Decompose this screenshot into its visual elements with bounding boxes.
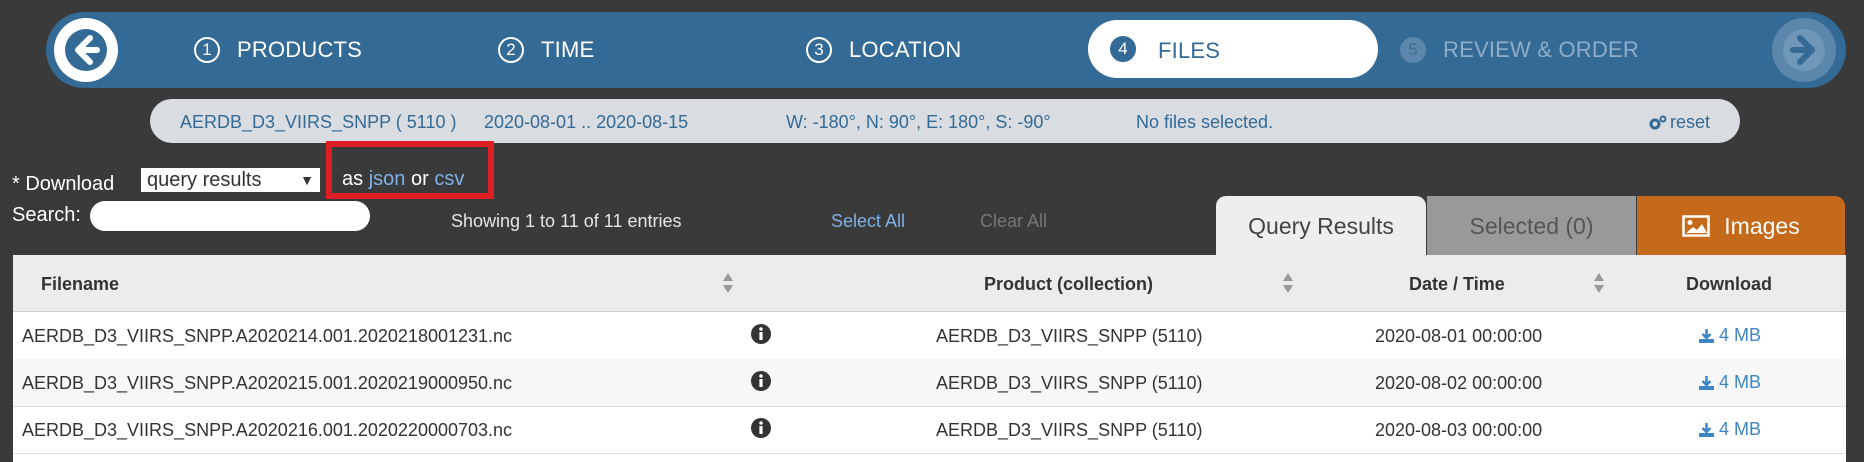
tab-label: Selected (0) — [1469, 212, 1594, 239]
tab-label: Images — [1724, 212, 1800, 239]
table-header: Filename Product (collection) Date / Tim… — [13, 255, 1846, 312]
step-location[interactable]: 3 LOCATION — [806, 34, 961, 66]
cell-product: AERDB_D3_VIIRS_SNPP (5110) — [936, 326, 1203, 346]
header-filename[interactable]: Filename — [41, 274, 119, 295]
tab-label: Query Results — [1248, 212, 1394, 239]
csv-link[interactable]: csv — [434, 168, 464, 190]
step-label: TIME — [541, 37, 595, 62]
download-size: 4 MB — [1719, 325, 1762, 345]
info-icon[interactable] — [751, 418, 771, 438]
table-row[interactable]: AERDB_D3_VIIRS_SNPP.A2020214.001.2020218… — [13, 312, 1846, 360]
table-row[interactable]: AERDB_D3_VIIRS_SNPP.A2020216.001.2020220… — [13, 406, 1846, 454]
cell-product: AERDB_D3_VIIRS_SNPP (5110) — [936, 420, 1203, 440]
download-icon — [1699, 375, 1714, 390]
download-link[interactable]: 4 MB — [1698, 325, 1761, 346]
step-number: 5 — [1400, 37, 1426, 63]
dropdown-arrow-icon: ▼ — [300, 172, 314, 188]
or-text: or — [410, 168, 429, 190]
step-products[interactable]: 1 PRODUCTS — [194, 34, 362, 66]
reset-button[interactable]: reset — [1649, 112, 1710, 133]
wizard-bar: 1 PRODUCTS 2 TIME 3 LOCATION 4 FILES 5 R… — [46, 12, 1846, 88]
step-label: REVIEW & ORDER — [1443, 37, 1639, 62]
cell-filename: AERDB_D3_VIIRS_SNPP.A2020216.001.2020220… — [22, 420, 513, 440]
entries-info: Showing 1 to 11 of 11 entries — [451, 211, 682, 231]
search-input[interactable] — [90, 201, 370, 231]
header-download: Download — [1686, 274, 1772, 294]
gears-icon — [1649, 115, 1667, 129]
download-format: as json or csv — [342, 168, 464, 191]
step-number: 4 — [1110, 36, 1136, 62]
sort-icon[interactable] — [1593, 272, 1605, 294]
search-label: Search: — [12, 204, 81, 226]
tab-images[interactable]: Images — [1637, 196, 1845, 256]
reset-label: reset — [1669, 112, 1710, 132]
clear-all-link: Clear All — [980, 211, 1048, 231]
sort-icon[interactable] — [722, 272, 734, 294]
step-files[interactable]: 4 FILES — [1088, 20, 1378, 78]
cell-date: 2020-08-02 00:00:00 — [1375, 373, 1543, 393]
download-select[interactable]: query results ▼ — [141, 168, 320, 192]
step-number: 2 — [498, 37, 524, 63]
sort-icon[interactable] — [1282, 272, 1294, 294]
download-size: 4 MB — [1719, 419, 1762, 439]
select-all-link[interactable]: Select All — [831, 211, 905, 232]
download-link[interactable]: 4 MB — [1698, 372, 1761, 393]
arrow-right-icon — [1783, 29, 1825, 71]
forward-button — [1772, 18, 1836, 82]
selection-summary: AERDB_D3_VIIRS_SNPP ( 5110 ) 2020-08-01 … — [150, 99, 1740, 143]
step-number: 1 — [194, 37, 220, 63]
header-date-time[interactable]: Date / Time — [1409, 274, 1505, 295]
download-label: * Download — [12, 172, 115, 195]
download-size: 4 MB — [1719, 372, 1762, 392]
info-icon[interactable] — [751, 371, 771, 391]
json-link[interactable]: json — [369, 168, 406, 190]
summary-time-range: 2020-08-01 .. 2020-08-15 — [484, 112, 689, 132]
summary-product: AERDB_D3_VIIRS_SNPP ( 5110 ) — [180, 112, 457, 132]
step-number: 3 — [806, 37, 832, 63]
step-label: PRODUCTS — [237, 37, 363, 62]
cell-product: AERDB_D3_VIIRS_SNPP (5110) — [936, 373, 1203, 393]
table-row[interactable]: AERDB_D3_VIIRS_SNPP.A2020215.001.2020219… — [13, 359, 1846, 407]
tab-selected[interactable]: Selected (0) — [1427, 196, 1636, 256]
step-label: LOCATION — [849, 37, 962, 62]
summary-location: W: -180°, N: 90°, E: 180°, S: -90° — [786, 112, 1051, 132]
cell-date: 2020-08-03 00:00:00 — [1375, 420, 1543, 440]
step-review-order: 5 REVIEW & ORDER — [1400, 34, 1639, 66]
results-table: Filename Product (collection) Date / Tim… — [13, 255, 1846, 462]
back-button[interactable] — [54, 18, 118, 82]
cell-date: 2020-08-01 00:00:00 — [1375, 326, 1543, 346]
download-row: * Download — [12, 170, 114, 198]
as-text: as — [342, 168, 364, 190]
image-icon — [1682, 215, 1711, 237]
summary-selection: No files selected. — [1136, 112, 1274, 132]
download-select-value: query results — [147, 169, 262, 191]
download-icon — [1699, 422, 1714, 437]
step-time[interactable]: 2 TIME — [498, 34, 594, 66]
download-icon — [1699, 328, 1714, 343]
info-icon[interactable] — [751, 324, 771, 344]
cell-filename: AERDB_D3_VIIRS_SNPP.A2020214.001.2020218… — [22, 326, 513, 346]
arrow-left-icon — [65, 29, 107, 71]
tab-query-results[interactable]: Query Results — [1216, 196, 1426, 256]
step-label: FILES — [1158, 38, 1221, 63]
download-link[interactable]: 4 MB — [1698, 419, 1761, 440]
cell-filename: AERDB_D3_VIIRS_SNPP.A2020215.001.2020219… — [22, 373, 513, 393]
header-product[interactable]: Product (collection) — [984, 274, 1153, 295]
